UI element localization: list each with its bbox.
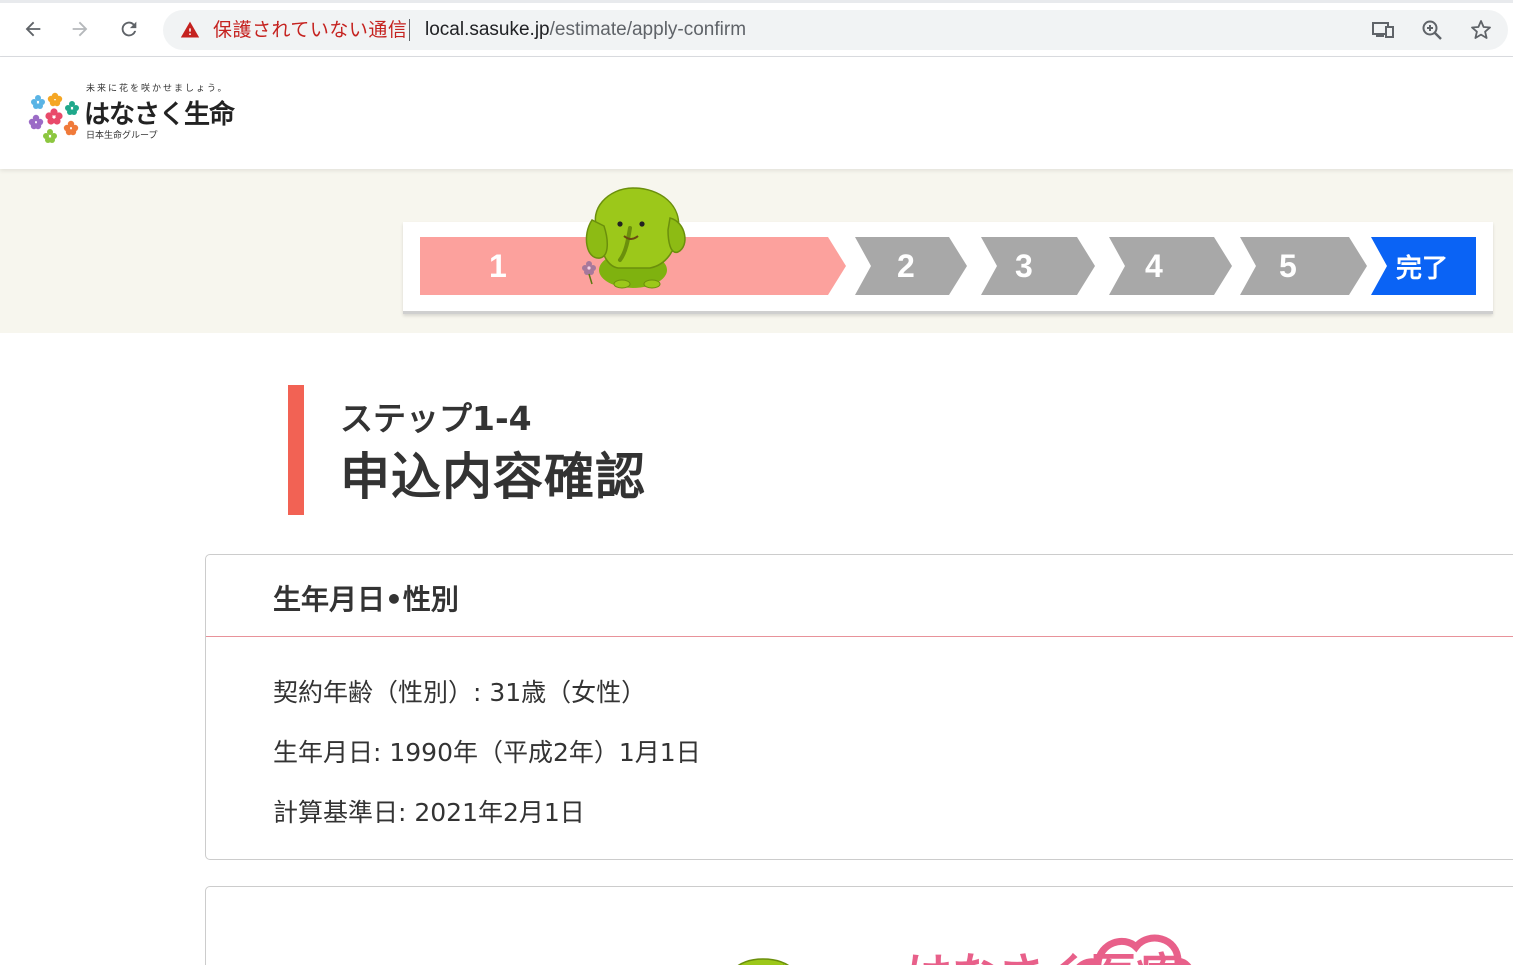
progress-stepper: 1 2 3 4 5 完了 <box>403 187 1493 314</box>
zoom-icon <box>1422 20 1442 40</box>
address-separator <box>409 19 410 41</box>
birth-date-row: 生年月日: 1990年（平成2年）1月1日 <box>273 738 701 767</box>
step-arrow-3 <box>981 237 1095 295</box>
browser-toolbar: 保護されていない通信 local.sasuke.jp/estimate/appl… <box>0 0 1513 57</box>
insecure-connection-label[interactable]: 保護されていない通信 <box>213 18 407 42</box>
forward-arrow-icon <box>72 21 88 37</box>
contract-age-row: 契約年齢（性別）: 31歳（女性） <box>273 678 647 707</box>
step-heading: ステップ1-4 申込内容確認 <box>288 385 888 515</box>
cast-device-icon <box>1372 22 1394 38</box>
step-label-2: 2 <box>897 248 915 284</box>
url-text[interactable]: local.sasuke.jp/estimate/apply-confirm <box>425 18 746 42</box>
product-banner-card: はなさく医療 <box>205 886 1513 965</box>
url-host: local.sasuke.jp <box>425 19 550 40</box>
back-button[interactable] <box>16 12 50 46</box>
warning-triangle-icon <box>180 21 200 38</box>
elephant-mascot-icon <box>582 187 686 289</box>
calc-base-date-row: 計算基準日: 2021年2月1日 <box>273 798 585 827</box>
star-bookmark-icon <box>1471 20 1491 39</box>
site-header: 未来に花を咲かせましょう。 はなさく生命 日本生命グループ <box>0 57 1513 169</box>
cast-button[interactable] <box>1371 18 1395 42</box>
reload-icon <box>121 21 137 37</box>
url-path: /estimate/apply-confirm <box>549 19 747 40</box>
banner-brand-text: はなさく医療 <box>906 945 1182 965</box>
forward-button[interactable] <box>63 12 97 46</box>
step-label-4: 4 <box>1145 248 1163 284</box>
step-label-done: 完了 <box>1396 254 1449 284</box>
step-label-5: 5 <box>1279 248 1297 284</box>
step-arrow-4 <box>1109 237 1232 295</box>
step-subtitle: ステップ1-4 <box>340 399 532 438</box>
logo-tagline: 未来に花を咲かせましょう。 <box>86 84 229 94</box>
back-arrow-icon <box>25 21 41 37</box>
heading-accent-bar <box>288 385 304 515</box>
logo-group-name: 日本生命グループ <box>86 131 158 141</box>
birth-gender-card: 生年月日•性別 契約年齢（性別）: 31歳（女性） 生年月日: 1990年（平成… <box>205 554 1513 860</box>
step-label-1: 1 <box>489 248 507 284</box>
address-bar[interactable]: 保護されていない通信 local.sasuke.jp/estimate/appl… <box>163 10 1508 50</box>
elephant-mascot-icon <box>738 958 789 965</box>
card-divider <box>206 636 1513 637</box>
progress-band: 1 2 3 4 5 完了 <box>0 169 1513 333</box>
flower-logo-icon <box>28 92 79 143</box>
step-arrow-5 <box>1240 237 1367 295</box>
zoom-button[interactable] <box>1420 18 1444 42</box>
tab-strip-edge <box>0 0 1513 3</box>
page-title: 申込内容確認 <box>340 448 646 506</box>
site-logo[interactable]: 未来に花を咲かせましょう。 はなさく生命 日本生命グループ <box>28 80 248 144</box>
reload-button[interactable] <box>112 12 146 46</box>
card-title: 生年月日•性別 <box>273 583 459 616</box>
bookmark-button[interactable] <box>1469 18 1493 42</box>
progress-arrows <box>420 237 1476 295</box>
step-label-3: 3 <box>1015 248 1033 284</box>
logo-brand-name: はなさく生命 <box>84 100 235 130</box>
